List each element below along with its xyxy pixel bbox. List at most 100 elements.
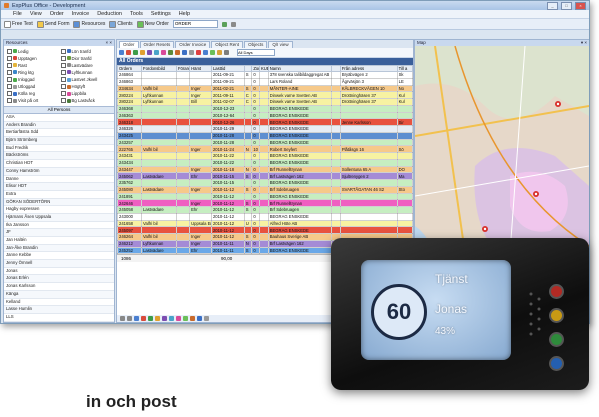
table-row[interactable]: 222765 Valfri bil Inger 2010-11-24 N 10 Robert… (117, 145, 413, 153)
order-tool-icon[interactable] (161, 50, 166, 55)
person-list-item[interactable]: Bertiarfästra Sdd (4, 129, 114, 138)
order-tool-icon[interactable] (224, 50, 229, 55)
checkbox[interactable] (60, 69, 66, 75)
checkbox[interactable] (7, 98, 12, 104)
person-list-item[interactable]: Hagby expressen (4, 206, 114, 214)
pager-button[interactable] (162, 316, 167, 321)
person-list-item[interactable]: Känga (4, 290, 114, 299)
person-list-item[interactable]: Hjärnans Åsen Uppsala (4, 213, 114, 222)
pager-button[interactable] (141, 316, 146, 321)
menu-item[interactable]: Invoice (72, 11, 89, 17)
table-row[interactable]: 246864 2011-09-21 S 0 378 svenska talibildag… (117, 71, 413, 79)
menu-item[interactable]: Tools (130, 11, 143, 17)
person-list-item[interactable]: Bud Fredrik (4, 145, 114, 153)
table-row[interactable]: 246863 2011-09-21 0 Lars Roland Ågrväsjön 3L… (117, 77, 413, 86)
menu-item[interactable]: Settings (151, 11, 171, 17)
person-list-item[interactable]: Christian HDT (4, 160, 114, 168)
pager-button[interactable] (169, 316, 174, 321)
toolbar-button[interactable]: New Order (136, 20, 169, 28)
pager-button[interactable] (134, 316, 139, 321)
menu-item[interactable]: Order (50, 11, 64, 17)
menu-item[interactable]: Help (179, 11, 190, 17)
pager-button[interactable] (127, 316, 132, 321)
person-list-item[interactable]: GÖRAN SÖDERTÖRN (4, 198, 114, 207)
person-list-item[interactable]: Maggi Aspp (4, 321, 114, 322)
tab-1[interactable]: Order Resets (139, 41, 175, 48)
table-row[interactable]: 243425 2010-11-28 0 BEGRAG ENSKEDE (117, 131, 413, 140)
person-list-item[interactable]: Jan Haltén (4, 237, 114, 245)
order-tool-icon[interactable] (175, 50, 180, 55)
order-tool-icon[interactable] (217, 50, 222, 55)
table-row[interactable]: 245062 Lastvädare Ehr 2010-11-15 S 0 Brf Lastv… (117, 172, 413, 180)
menu-item[interactable]: View (30, 11, 42, 17)
column-header[interactable]: KUBIK (258, 65, 269, 72)
maximize-button[interactable]: □ (561, 1, 572, 10)
checkbox[interactable] (60, 84, 66, 90)
checkbox[interactable] (60, 55, 66, 61)
checkbox[interactable] (7, 62, 12, 68)
toolbar-button[interactable]: Clients (109, 20, 133, 28)
person-list-item[interactable]: Kelland (4, 299, 114, 307)
table-row[interactable]: 245097 2010-11-12 0 BEGRAG ENSKEDE (117, 226, 413, 234)
tab-0[interactable]: Order (119, 41, 139, 48)
person-list-item[interactable]: Jonas Erlén (4, 275, 114, 284)
table-row[interactable]: 246368 2010-12-23 0 BEGRAG ENSKEDE (117, 104, 413, 113)
order-tool-icon[interactable] (196, 50, 201, 55)
tab-2[interactable]: Order Invoice (175, 41, 211, 48)
person-list-item[interactable]: Lasse Humlin (4, 306, 114, 314)
resource-legend-item[interactable]: Rast (7, 62, 58, 68)
checkbox[interactable] (60, 98, 66, 104)
toolbar-button[interactable]: Free Text (4, 20, 33, 28)
resource-legend-item[interactable]: Lastvet Jkvell (60, 77, 112, 83)
order-tool-icon[interactable] (154, 50, 159, 55)
order-tool-icon[interactable] (133, 50, 138, 55)
resource-legend-item[interactable]: Utloggad (7, 84, 58, 90)
column-header[interactable]: Zon (251, 65, 260, 72)
person-list-item[interactable]: JF (4, 229, 114, 237)
order-tool-icon[interactable] (189, 50, 194, 55)
button-blue[interactable] (549, 356, 564, 371)
checkbox[interactable] (7, 69, 12, 75)
pager-button[interactable] (148, 316, 153, 321)
pager-button[interactable] (176, 316, 181, 321)
table-row[interactable]: 245080 Lastvädare Inger 2010-11-12 S 0 Brf Sde… (117, 185, 413, 194)
checkbox[interactable] (7, 48, 12, 54)
person-list-item[interactable]: Jenny Ömnell (4, 260, 114, 268)
map-marker-icon[interactable] (482, 226, 488, 232)
person-list-item[interactable]: Conny Hamström (4, 167, 114, 176)
toolbar-button[interactable]: Resources (73, 20, 105, 28)
table-row[interactable]: 246363 2010-12-64 0 BEGRAG ENSKEDE (117, 111, 413, 120)
order-tool-icon[interactable] (182, 50, 187, 55)
order-tool-icon[interactable] (168, 50, 173, 55)
order-tool-icon[interactable] (140, 50, 145, 55)
person-list-item[interactable]: LLS (4, 314, 114, 322)
checkbox[interactable] (60, 77, 66, 83)
resource-legend-item[interactable]: Ring ktg (7, 69, 58, 75)
day-filter-select[interactable]: All Days (237, 49, 275, 56)
person-list-item[interactable]: Elisor HDT (4, 183, 114, 191)
person-list-item[interactable]: Jan-Åke Brandin (4, 244, 114, 253)
tab-4[interactable]: Objects (244, 41, 268, 48)
order-tool-icon[interactable] (147, 50, 152, 55)
menu-item[interactable]: File (13, 11, 22, 17)
checkbox[interactable] (60, 48, 66, 54)
resource-legend-item[interactable]: Lyftkunnan (60, 69, 112, 75)
order-select[interactable]: ORDER (172, 20, 218, 28)
table-row[interactable]: 245058 Lastvädare Ehr 2010-11-12 S 0 Brf Sdebr… (117, 206, 413, 214)
resource-legend-item[interactable]: Dior tranfd (60, 55, 112, 61)
table-row[interactable]: 235762 2010-11-15 0 BEGRAG ENSKEDE (117, 179, 413, 187)
pager-button[interactable] (155, 316, 160, 321)
resource-legend-item[interactable]: Inloggad (7, 77, 58, 83)
refresh-icon[interactable] (221, 21, 227, 27)
checkbox[interactable] (60, 62, 66, 68)
person-list-item[interactable]: ASA (4, 114, 114, 122)
checkbox[interactable] (7, 84, 12, 90)
map-marker-icon[interactable] (555, 101, 561, 107)
table-row[interactable]: 246326 2010-11-29 0 BEGRAG ENSKEDE (117, 125, 413, 133)
column-header[interactable]: Föraré (175, 65, 191, 72)
resource-legend-item[interactable]: Lippbila (60, 91, 112, 97)
close-button[interactable]: × (575, 1, 586, 10)
tab-3[interactable]: Object Rent (211, 41, 244, 48)
table-row[interactable]: 243000 2010-11-12 0 BEGRAG ENSKEDE (117, 212, 413, 221)
order-tool-icon[interactable] (119, 50, 124, 55)
